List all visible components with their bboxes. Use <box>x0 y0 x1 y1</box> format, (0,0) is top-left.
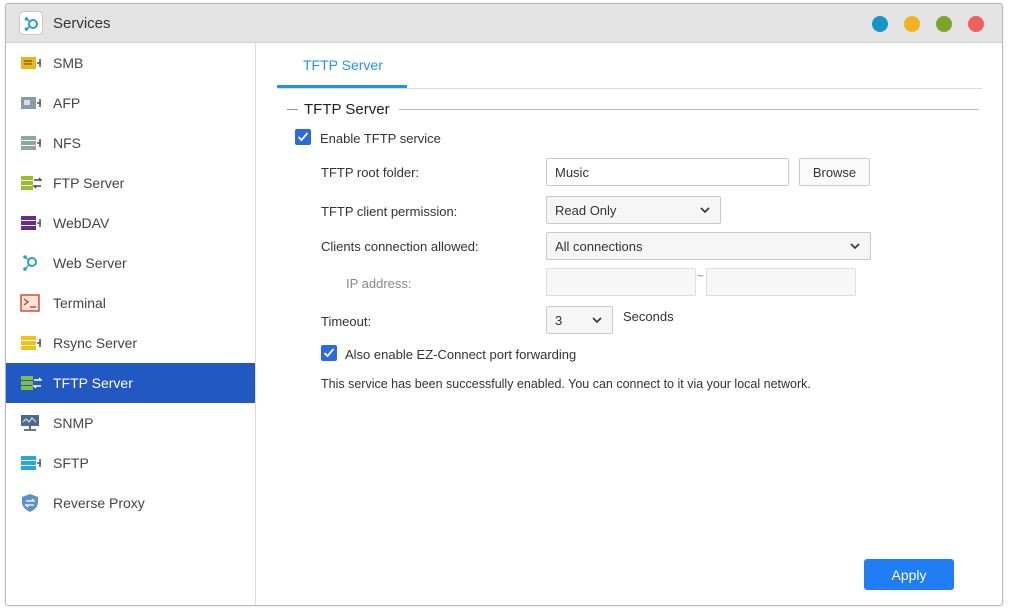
sidebar-item-ftp-server[interactable]: FTP Server <box>6 163 255 203</box>
timeout-select[interactable]: 3 <box>546 306 613 334</box>
browse-button[interactable]: Browse <box>799 158 870 186</box>
sidebar-item-label: AFP <box>53 95 81 111</box>
enable-tftp-checkbox[interactable] <box>295 129 311 145</box>
chevron-down-icon <box>700 207 710 214</box>
sidebar-item-reverse-proxy[interactable]: Reverse Proxy <box>6 483 255 523</box>
tab-label: TFTP Server <box>303 57 383 73</box>
connections-select[interactable]: All connections <box>546 232 871 260</box>
title-bar: Services <box>6 4 1002 43</box>
timeout-value: 3 <box>555 313 563 328</box>
window-btn-yellow[interactable] <box>904 16 920 32</box>
sidebar-item-snmp[interactable]: SNMP <box>6 403 255 443</box>
ezconnect-label: Also enable EZ-Connect port forwarding <box>345 347 577 362</box>
sidebar-item-label: SFTP <box>53 455 89 471</box>
snmp-icon <box>21 415 39 431</box>
services-app-icon <box>19 11 43 35</box>
ftp-server-icon <box>21 176 42 190</box>
sidebar-item-web-server[interactable]: Web Server <box>6 243 255 283</box>
section-title: TFTP Server <box>304 101 390 118</box>
ip-end-field[interactable] <box>706 268 856 296</box>
sidebar-item-label: TFTP Server <box>53 375 133 391</box>
services-window: Services SMB AFP NFS FTP Server WebDAV W… <box>5 3 1003 606</box>
chevron-down-icon <box>850 243 860 250</box>
terminal-icon <box>20 294 40 312</box>
section-rule-right <box>399 109 979 110</box>
timeout-unit: Seconds <box>623 309 674 324</box>
reverse-proxy-icon <box>22 494 38 512</box>
check-icon <box>297 132 309 142</box>
window-title: Services <box>53 15 111 32</box>
smb-icon <box>21 57 41 69</box>
sidebar-item-terminal[interactable]: Terminal <box>6 283 255 323</box>
sidebar-item-label: SNMP <box>53 415 94 431</box>
sidebar-item-tftp-server[interactable]: TFTP Server <box>6 363 255 403</box>
sidebar-item-afp[interactable]: AFP <box>6 83 255 123</box>
main-panel: TFTP Server TFTP Server Enable TFTP serv… <box>257 43 1002 605</box>
rsync-server-icon <box>21 336 41 350</box>
tftp-server-icon <box>21 376 42 390</box>
nfs-icon <box>21 136 41 150</box>
root-folder-label: TFTP root folder: <box>321 165 420 180</box>
webdav-icon <box>21 216 41 230</box>
window-btn-green[interactable] <box>936 16 952 32</box>
ip-start-field[interactable] <box>546 268 696 296</box>
permission-value: Read Only <box>555 203 617 218</box>
sidebar-item-nfs[interactable]: NFS <box>6 123 255 163</box>
sidebar-item-label: Web Server <box>53 255 127 271</box>
ezconnect-checkbox[interactable] <box>321 345 337 361</box>
check-icon <box>323 348 335 358</box>
apply-button[interactable]: Apply <box>864 559 954 590</box>
sidebar-item-sftp[interactable]: SFTP <box>6 443 255 483</box>
tab-divider <box>277 88 982 89</box>
sidebar-item-label: NFS <box>53 135 81 151</box>
root-folder-field[interactable]: Music <box>546 158 789 186</box>
sidebar-item-webdav[interactable]: WebDAV <box>6 203 255 243</box>
timeout-label: Timeout: <box>321 314 372 329</box>
sidebar-item-label: SMB <box>53 55 84 71</box>
ip-address-label: IP address: <box>346 276 412 291</box>
sidebar-item-label: FTP Server <box>53 175 125 191</box>
sidebar-item-label: WebDAV <box>53 215 110 231</box>
sftp-icon <box>21 456 41 470</box>
sidebar-item-label: Reverse Proxy <box>53 495 145 511</box>
web-server-icon <box>23 255 37 271</box>
window-btn-blue[interactable] <box>872 16 888 32</box>
window-btn-red[interactable] <box>968 16 984 32</box>
afp-icon <box>21 97 41 109</box>
tab-tftp-server[interactable]: TFTP Server <box>277 43 407 88</box>
ip-separator: ~ <box>697 269 705 283</box>
permission-select[interactable]: Read Only <box>546 196 721 224</box>
connections-label: Clients connection allowed: <box>321 239 479 254</box>
sidebar: SMB AFP NFS FTP Server WebDAV Web Server… <box>6 43 256 605</box>
enable-tftp-label: Enable TFTP service <box>320 131 441 146</box>
sidebar-item-rsync-server[interactable]: Rsync Server <box>6 323 255 363</box>
permission-label: TFTP client permission: <box>321 204 458 219</box>
sidebar-item-label: Terminal <box>53 295 106 311</box>
chevron-down-icon <box>592 317 602 324</box>
connections-value: All connections <box>555 239 643 254</box>
sidebar-item-label: Rsync Server <box>53 335 138 351</box>
section-rule-left <box>287 109 298 110</box>
status-message: This service has been successfully enabl… <box>321 377 811 391</box>
sidebar-item-smb[interactable]: SMB <box>6 43 255 83</box>
